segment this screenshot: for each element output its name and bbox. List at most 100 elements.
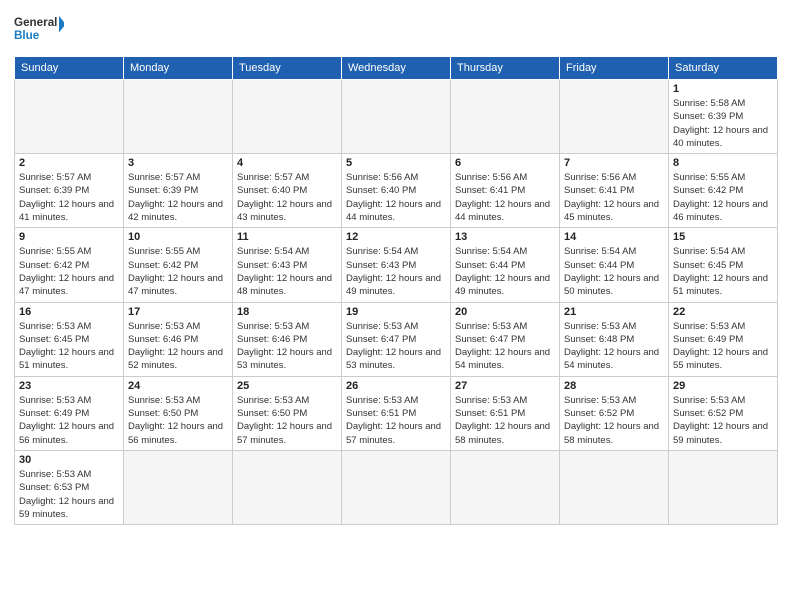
day-number: 27 xyxy=(455,380,555,392)
day-info: Sunrise: 5:53 AM Sunset: 6:45 PM Dayligh… xyxy=(19,320,119,373)
day-info: Sunrise: 5:53 AM Sunset: 6:47 PM Dayligh… xyxy=(455,320,555,373)
day-info: Sunrise: 5:56 AM Sunset: 6:41 PM Dayligh… xyxy=(455,171,555,224)
calendar-cell xyxy=(560,450,669,524)
logo: General Blue xyxy=(14,10,64,50)
weekday-header-monday: Monday xyxy=(124,57,233,80)
calendar-cell: 19Sunrise: 5:53 AM Sunset: 6:47 PM Dayli… xyxy=(342,302,451,376)
day-info: Sunrise: 5:53 AM Sunset: 6:50 PM Dayligh… xyxy=(237,394,337,447)
weekday-header-friday: Friday xyxy=(560,57,669,80)
day-number: 12 xyxy=(346,231,446,243)
day-info: Sunrise: 5:58 AM Sunset: 6:39 PM Dayligh… xyxy=(673,97,773,150)
calendar-cell: 21 Sunrise: 5:53 AM Sunset: 6:48 PM Dayli… xyxy=(560,302,669,376)
day-info: Sunrise: 5:57 AM Sunset: 6:39 PM Dayligh… xyxy=(128,171,228,224)
calendar-cell: 11Sunrise: 5:54 AM Sunset: 6:43 PM Dayli… xyxy=(233,228,342,302)
day-info: Sunrise: 5:53 AM Sunset: 6:52 PM Dayligh… xyxy=(564,394,664,447)
page: General Blue SundayMondayTuesdayWednesda… xyxy=(0,0,792,612)
day-number: 21 xyxy=(564,306,664,318)
calendar-cell: 10 Sunrise: 5:55 AM Sunset: 6:42 PM Dayli… xyxy=(124,228,233,302)
weekday-header-row: SundayMondayTuesdayWednesdayThursdayFrid… xyxy=(15,57,778,80)
calendar-cell: 17 Sunrise: 5:53 AM Sunset: 6:46 PM Dayli… xyxy=(124,302,233,376)
day-info: Sunrise: 5:57 AM Sunset: 6:40 PM Dayligh… xyxy=(237,171,337,224)
week-row-2: 2Sunrise: 5:57 AM Sunset: 6:39 PM Daylig… xyxy=(15,154,778,228)
calendar-cell: 27Sunrise: 5:53 AM Sunset: 6:51 PM Dayli… xyxy=(451,376,560,450)
header: General Blue xyxy=(14,10,778,50)
day-number: 25 xyxy=(237,380,337,392)
day-number: 29 xyxy=(673,380,773,392)
day-info: Sunrise: 5:53 AM Sunset: 6:46 PM Dayligh… xyxy=(237,320,337,373)
weekday-header-tuesday: Tuesday xyxy=(233,57,342,80)
day-info: Sunrise: 5:54 AM Sunset: 6:44 PM Dayligh… xyxy=(564,245,664,298)
day-info: Sunrise: 5:53 AM Sunset: 6:53 PM Dayligh… xyxy=(19,468,119,521)
calendar-cell: 5 Sunrise: 5:56 AM Sunset: 6:40 PM Daylig… xyxy=(342,154,451,228)
day-number: 13 xyxy=(455,231,555,243)
calendar-cell xyxy=(342,80,451,154)
day-number: 1 xyxy=(673,83,773,95)
calendar-cell xyxy=(124,450,233,524)
calendar-cell: 12 Sunrise: 5:54 AM Sunset: 6:43 PM Dayli… xyxy=(342,228,451,302)
day-info: Sunrise: 5:53 AM Sunset: 6:46 PM Dayligh… xyxy=(128,320,228,373)
day-info: Sunrise: 5:55 AM Sunset: 6:42 PM Dayligh… xyxy=(673,171,773,224)
day-number: 10 xyxy=(128,231,228,243)
weekday-header-saturday: Saturday xyxy=(669,57,778,80)
weekday-header-thursday: Thursday xyxy=(451,57,560,80)
day-info: Sunrise: 5:53 AM Sunset: 6:49 PM Dayligh… xyxy=(673,320,773,373)
calendar-cell: 4 Sunrise: 5:57 AM Sunset: 6:40 PM Daylig… xyxy=(233,154,342,228)
day-number: 9 xyxy=(19,231,119,243)
calendar-cell: 25 Sunrise: 5:53 AM Sunset: 6:50 PM Dayli… xyxy=(233,376,342,450)
day-number: 30 xyxy=(19,454,119,466)
svg-text:General: General xyxy=(14,16,57,29)
day-number: 4 xyxy=(237,157,337,169)
day-number: 22 xyxy=(673,306,773,318)
calendar-cell xyxy=(124,80,233,154)
week-row-6: 30 Sunrise: 5:53 AM Sunset: 6:53 PM Dayli… xyxy=(15,450,778,524)
day-number: 18 xyxy=(237,306,337,318)
calendar-cell xyxy=(560,80,669,154)
calendar-cell: 18 Sunrise: 5:53 AM Sunset: 6:46 PM Dayli… xyxy=(233,302,342,376)
day-info: Sunrise: 5:53 AM Sunset: 6:48 PM Dayligh… xyxy=(564,320,664,373)
calendar-cell: 20Sunrise: 5:53 AM Sunset: 6:47 PM Dayli… xyxy=(451,302,560,376)
day-number: 11 xyxy=(237,231,337,243)
calendar-cell: 30 Sunrise: 5:53 AM Sunset: 6:53 PM Dayli… xyxy=(15,450,124,524)
day-info: Sunrise: 5:54 AM Sunset: 6:43 PM Dayligh… xyxy=(346,245,446,298)
day-info: Sunrise: 5:53 AM Sunset: 6:52 PM Dayligh… xyxy=(673,394,773,447)
day-number: 23 xyxy=(19,380,119,392)
calendar-cell: 9 Sunrise: 5:55 AM Sunset: 6:42 PM Daylig… xyxy=(15,228,124,302)
day-number: 26 xyxy=(346,380,446,392)
calendar-cell: 29 Sunrise: 5:53 AM Sunset: 6:52 PM Dayli… xyxy=(669,376,778,450)
calendar-cell: 7Sunrise: 5:56 AM Sunset: 6:41 PM Daylig… xyxy=(560,154,669,228)
svg-text:Blue: Blue xyxy=(14,29,40,42)
week-row-4: 16Sunrise: 5:53 AM Sunset: 6:45 PM Dayli… xyxy=(15,302,778,376)
calendar-cell xyxy=(669,450,778,524)
day-info: Sunrise: 5:57 AM Sunset: 6:39 PM Dayligh… xyxy=(19,171,119,224)
calendar-cell: 3 Sunrise: 5:57 AM Sunset: 6:39 PM Daylig… xyxy=(124,154,233,228)
calendar-cell: 2Sunrise: 5:57 AM Sunset: 6:39 PM Daylig… xyxy=(15,154,124,228)
day-info: Sunrise: 5:56 AM Sunset: 6:40 PM Dayligh… xyxy=(346,171,446,224)
day-info: Sunrise: 5:54 AM Sunset: 6:45 PM Dayligh… xyxy=(673,245,773,298)
calendar-table: SundayMondayTuesdayWednesdayThursdayFrid… xyxy=(14,56,778,525)
calendar-cell xyxy=(233,80,342,154)
day-info: Sunrise: 5:55 AM Sunset: 6:42 PM Dayligh… xyxy=(128,245,228,298)
day-number: 6 xyxy=(455,157,555,169)
calendar-cell: 28Sunrise: 5:53 AM Sunset: 6:52 PM Dayli… xyxy=(560,376,669,450)
calendar-cell: 8Sunrise: 5:55 AM Sunset: 6:42 PM Daylig… xyxy=(669,154,778,228)
calendar-cell xyxy=(451,80,560,154)
calendar-cell xyxy=(451,450,560,524)
day-number: 3 xyxy=(128,157,228,169)
day-info: Sunrise: 5:54 AM Sunset: 6:44 PM Dayligh… xyxy=(455,245,555,298)
day-info: Sunrise: 5:55 AM Sunset: 6:42 PM Dayligh… xyxy=(19,245,119,298)
day-number: 17 xyxy=(128,306,228,318)
day-info: Sunrise: 5:53 AM Sunset: 6:50 PM Dayligh… xyxy=(128,394,228,447)
calendar-cell: 6 Sunrise: 5:56 AM Sunset: 6:41 PM Daylig… xyxy=(451,154,560,228)
week-row-3: 9 Sunrise: 5:55 AM Sunset: 6:42 PM Daylig… xyxy=(15,228,778,302)
logo-svg: General Blue xyxy=(14,10,64,50)
day-info: Sunrise: 5:53 AM Sunset: 6:47 PM Dayligh… xyxy=(346,320,446,373)
day-number: 14 xyxy=(564,231,664,243)
calendar-cell: 23Sunrise: 5:53 AM Sunset: 6:49 PM Dayli… xyxy=(15,376,124,450)
calendar-cell xyxy=(233,450,342,524)
day-number: 7 xyxy=(564,157,664,169)
weekday-header-wednesday: Wednesday xyxy=(342,57,451,80)
calendar-cell: 22 Sunrise: 5:53 AM Sunset: 6:49 PM Dayli… xyxy=(669,302,778,376)
calendar-cell: 24Sunrise: 5:53 AM Sunset: 6:50 PM Dayli… xyxy=(124,376,233,450)
day-number: 5 xyxy=(346,157,446,169)
calendar-cell: 26Sunrise: 5:53 AM Sunset: 6:51 PM Dayli… xyxy=(342,376,451,450)
